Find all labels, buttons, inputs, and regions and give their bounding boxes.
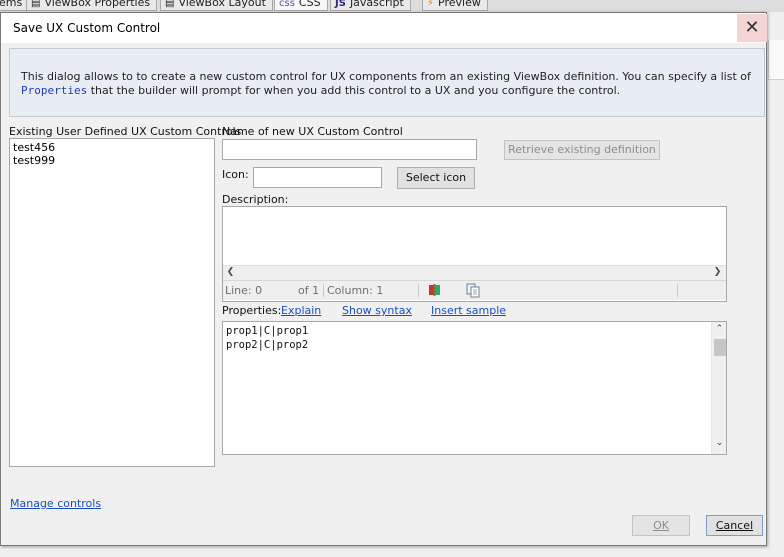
explain-link[interactable]: Explain: [281, 304, 321, 317]
scroll-down-icon[interactable]: ⌄: [712, 438, 727, 448]
existing-controls-list[interactable]: test456 test999: [9, 138, 215, 467]
horizontal-scrollbar[interactable]: ❮ ❯: [223, 265, 726, 280]
insert-sample-link[interactable]: Insert sample: [431, 304, 506, 317]
properties-editor[interactable]: prop1|C|prop1 prop2|C|prop2 ⌃ ⌄: [222, 321, 727, 455]
background-panel-edge: [768, 40, 784, 80]
page-icon: ▤: [165, 0, 175, 9]
close-button[interactable]: ✕: [737, 14, 767, 42]
properties-label: Properties:: [222, 304, 282, 317]
cancel-button[interactable]: Cancel: [706, 515, 763, 536]
tab-viewbox-properties[interactable]: ▤ ViewBox Properties: [26, 0, 158, 11]
line-indicator: Line: 0: [225, 284, 263, 297]
css-icon: css: [279, 0, 295, 9]
tab-preview[interactable]: ⚡ Preview: [422, 0, 488, 11]
retrieve-definition-button[interactable]: Retrieve existing definition: [504, 140, 660, 160]
tab-javascript[interactable]: JS Javascript: [330, 0, 411, 11]
select-icon-button[interactable]: Select icon: [397, 167, 475, 189]
copy-icon[interactable]: [466, 283, 481, 298]
properties-text: prop1|C|prop1 prop2|C|prop2: [226, 325, 309, 351]
close-icon: ✕: [744, 17, 760, 38]
icon-label: Icon:: [222, 168, 249, 181]
ok-button[interactable]: OK: [632, 515, 690, 536]
js-icon: JS: [335, 0, 346, 9]
dialog-title: Save UX Custom Control: [13, 21, 161, 35]
tab-viewbox-layout[interactable]: ▤ ViewBox Layout: [160, 0, 273, 11]
save-custom-control-dialog: Save UX Custom Control ✕ This dialog all…: [0, 12, 767, 546]
properties-keyword: Properties: [21, 84, 88, 97]
book-icon[interactable]: [428, 283, 441, 297]
line-count: of 1: [298, 284, 320, 297]
control-name-label: Name of new UX Custom Control: [222, 125, 403, 138]
description-label: Description:: [222, 193, 289, 206]
scroll-thumb[interactable]: [714, 339, 726, 356]
background-tab-strip: ems ▤ ViewBox Properties ▤ ViewBox Layout …: [0, 0, 784, 12]
editor-status-bar: Line: 0 of 1 Column: 1: [223, 280, 726, 300]
column-indicator: Column: 1: [327, 284, 384, 297]
lightning-icon: ⚡: [427, 0, 435, 9]
list-item[interactable]: test999: [10, 154, 214, 167]
title-bar: Save UX Custom Control ✕: [1, 13, 767, 43]
existing-controls-label: Existing User Defined UX Custom Controls: [9, 125, 242, 138]
tab-ems[interactable]: ems: [0, 0, 30, 11]
icon-input[interactable]: [253, 167, 382, 188]
show-syntax-link[interactable]: Show syntax: [342, 304, 412, 317]
manage-controls-link[interactable]: Manage controls: [10, 497, 101, 510]
tab-css[interactable]: css CSS: [274, 0, 328, 11]
scroll-right-icon[interactable]: ❯: [710, 267, 725, 277]
page-icon: ▤: [31, 0, 41, 9]
vertical-scrollbar[interactable]: ⌃ ⌄: [711, 322, 726, 454]
info-panel: This dialog allows to to create a new cu…: [9, 48, 765, 117]
scroll-left-icon[interactable]: ❮: [223, 267, 238, 277]
control-name-input[interactable]: [222, 139, 477, 160]
info-text: This dialog allows to to create a new cu…: [21, 70, 751, 97]
list-item[interactable]: test456: [10, 141, 214, 154]
scroll-up-icon[interactable]: ⌃: [712, 324, 727, 334]
